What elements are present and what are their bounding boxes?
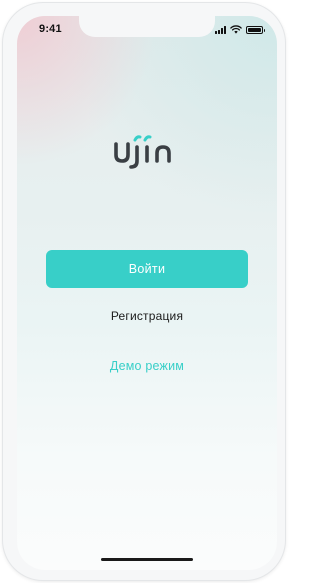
status-bar-time: 9:41 <box>39 23 62 35</box>
status-bar-icons <box>215 24 265 34</box>
home-indicator[interactable] <box>101 558 193 561</box>
app-screen: 9:41 Войти Регистрация Демо режим <box>17 16 277 570</box>
register-link[interactable]: Регистрация <box>46 309 248 323</box>
ujin-logo <box>114 135 171 169</box>
phone-frame: 9:41 Войти Регистрация Демо режим <box>3 3 285 580</box>
cellular-signal-icon <box>215 26 226 34</box>
wifi-icon <box>230 25 242 34</box>
battery-icon <box>246 26 265 34</box>
battery-level-fill <box>248 28 261 32</box>
demo-mode-link[interactable]: Демо режим <box>46 359 248 373</box>
login-button[interactable]: Войти <box>46 250 248 288</box>
device-notch <box>79 16 215 37</box>
